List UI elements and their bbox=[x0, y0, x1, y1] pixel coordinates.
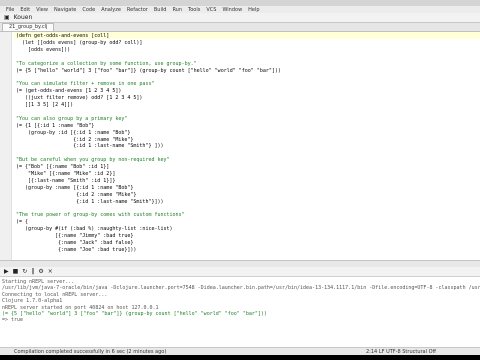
repl-line: => true bbox=[2, 317, 24, 324]
menu-refactor[interactable]: Refactor bbox=[127, 7, 148, 13]
code-line: (defn get-odds-and-evens [coll] bbox=[16, 33, 110, 39]
code-line: (group-by #(if (:bad %) :naughty-list :n… bbox=[16, 226, 173, 233]
settings-icon[interactable]: ⚙ bbox=[38, 268, 43, 275]
pause-icon[interactable]: ‖ bbox=[31, 268, 34, 275]
repl-toolbar: ▶ ■ ↻ ‖ ⚙ × bbox=[0, 267, 480, 277]
repl-line: nREPL server started on port 40824 on ho… bbox=[2, 304, 159, 311]
code-line: {:id 1 :last-name "Smith"}])) bbox=[16, 198, 164, 205]
menu-file[interactable]: File bbox=[6, 7, 14, 13]
code-line: "You can simulate filter + remove in one… bbox=[16, 81, 155, 88]
tab-21-group-by[interactable]: 21_group_by.clj bbox=[2, 23, 55, 31]
code-line: [odds evens])) bbox=[16, 46, 71, 53]
menu-analyze[interactable]: Analyze bbox=[101, 7, 121, 13]
code-line: "To categorize a collection by some func… bbox=[16, 60, 197, 67]
code-line: {:name "Jack" :bad false} bbox=[16, 240, 134, 246]
repl-line: Starting nREPL server... bbox=[2, 279, 75, 285]
code-line: ((juxt filter remove) odd? [1 2 3 4 5]) bbox=[16, 95, 143, 102]
menu-edit[interactable]: Edit bbox=[20, 7, 30, 13]
menu-view[interactable]: View bbox=[36, 7, 48, 13]
menu-build[interactable]: Build bbox=[154, 7, 167, 13]
menu-navigate[interactable]: Navigate bbox=[54, 7, 76, 13]
code-line: [[1 3 5] [2 4]]) bbox=[16, 102, 74, 108]
code-line: (= { bbox=[16, 219, 29, 226]
code-line: (let [[odds evens] (group-by odd? coll)] bbox=[16, 39, 143, 46]
close-icon[interactable]: × bbox=[48, 268, 53, 275]
code-line: (group-by :name [{:id 1 :name "Bob"} bbox=[16, 184, 134, 191]
menu-code[interactable]: Code bbox=[82, 7, 95, 13]
code-line: "But be careful when you group by non-re… bbox=[16, 157, 170, 164]
code-editor[interactable]: (defn get-odds-and-evens [coll] (let [[o… bbox=[0, 32, 480, 260]
code-area[interactable]: (defn get-odds-and-evens [coll] (let [[o… bbox=[14, 32, 480, 260]
rerun-icon[interactable]: ↻ bbox=[22, 268, 27, 275]
repl-console[interactable]: Starting nREPL server.../usr/lib/jvm/jav… bbox=[0, 277, 480, 341]
code-line: {:name "Joe" :bad true}])) bbox=[16, 246, 137, 253]
stop-icon[interactable]: ■ bbox=[13, 268, 19, 275]
editor-tab-strip: 21_group_by.clj bbox=[0, 23, 480, 32]
project-label[interactable]: Kouen bbox=[14, 14, 33, 21]
menu-run[interactable]: Run bbox=[172, 7, 182, 13]
menu-vcs[interactable]: VCS bbox=[206, 7, 216, 13]
tab-label: 21_group_by.clj bbox=[9, 24, 48, 30]
code-line: [{:name "Jimmy" :bad true} bbox=[16, 233, 134, 240]
run-icon[interactable]: ▶ bbox=[4, 268, 9, 275]
code-line: (= (get-odds-and-evens [1 2 3 4 5]) bbox=[16, 88, 122, 95]
repl-line: /usr/lib/jvm/java-7-oracle/bin/java -Dcl… bbox=[2, 285, 480, 292]
code-line: (= {1 [{:id 1 :name "Bob"} bbox=[16, 122, 95, 129]
code-line: (group-by :id [{:id 1 :name "Bob"} bbox=[16, 129, 131, 136]
code-line: (= {"Bob" [{:name "Bob" :id 1}] bbox=[16, 164, 110, 171]
main-toolbar: ▣ Kouen bbox=[0, 13, 480, 23]
code-line: {:id 2 :name "Mike"} bbox=[16, 136, 134, 143]
editor-gutter bbox=[0, 32, 12, 260]
folder-icon[interactable]: ▣ bbox=[4, 14, 10, 21]
menu-tools[interactable]: Tools bbox=[188, 7, 200, 13]
code-line: [{:last-name "Smith" :id 1}]} bbox=[16, 177, 116, 184]
repl-line: Connecting to local nREPL server... bbox=[2, 291, 108, 298]
menu-window[interactable]: Window bbox=[222, 7, 242, 13]
code-line: {:id 2 :name "Mike"} bbox=[16, 191, 137, 198]
code-line: (= {5 ["hello" "world"] 3 ["foo" "bar"]}… bbox=[16, 67, 281, 74]
menu-bar: File Edit View Navigate Code Analyze Ref… bbox=[0, 6, 480, 13]
repl-line: (= {5 ["hello" "world"] 3 ["foo" "bar"]}… bbox=[2, 311, 267, 317]
code-line: "You can also group by a primary key" bbox=[16, 115, 128, 122]
screen-bottom-border bbox=[0, 355, 480, 360]
code-line: "The true power of group-by comes with c… bbox=[16, 212, 185, 219]
code-line: "Mike" [{:name "Mike" :id 2}] bbox=[16, 171, 116, 177]
code-line: {:id 1 :last-name "Smith"} ])) bbox=[16, 143, 164, 150]
repl-line: Clojure 1.7.0-alpha1 bbox=[2, 298, 63, 305]
menu-help[interactable]: Help bbox=[248, 7, 259, 13]
